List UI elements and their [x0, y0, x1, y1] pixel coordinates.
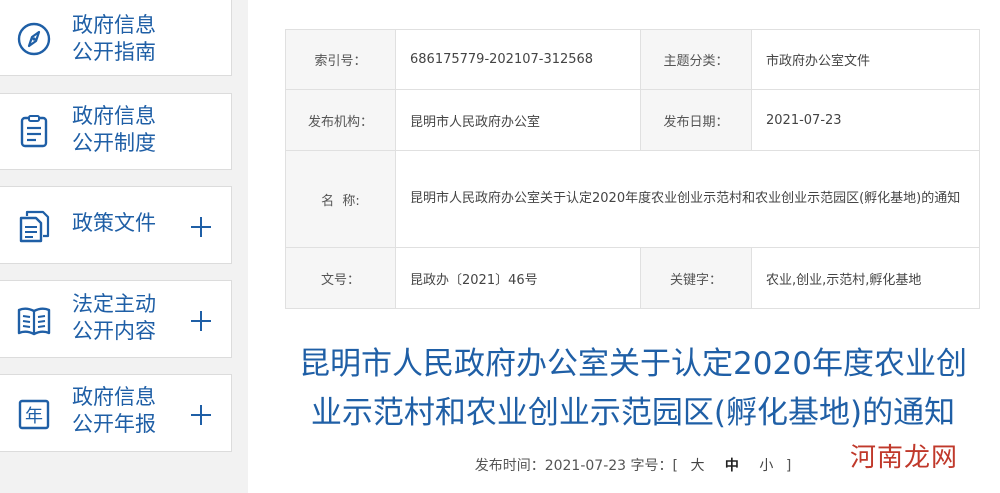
open-book-icon [16, 303, 52, 339]
year-report-icon: 年 [16, 396, 52, 432]
font-size-small-button[interactable]: 小 [751, 458, 781, 474]
sidebar-item-label: 法定主动 公开内容 [72, 292, 156, 343]
keywords-label: 关键字： [640, 247, 752, 309]
table-row: 名 称: 昆明市人民政府办公室关于认定2020年度农业创业示范村和农业创业示范园… [285, 150, 980, 248]
compass-icon [16, 21, 52, 57]
doc-number-value: 昆政办〔2021〕46号 [395, 247, 641, 309]
topic-value: 市政府办公室文件 [751, 29, 980, 90]
publisher-value: 昆明市人民政府办公室 [395, 89, 641, 151]
font-size-bracket-close: ] [785, 458, 792, 474]
publish-date-label: 发布日期： [640, 89, 752, 151]
table-row: 发布机构： 昆明市人民政府办公室 发布日期： 2021-07-23 [285, 89, 980, 151]
sidebar-item-label: 政策文件 [72, 211, 156, 235]
publish-date-value: 2021-07-23 [751, 89, 980, 151]
publish-time-label: 发布时间： [474, 458, 545, 474]
font-size-bracket-open: [ [672, 458, 678, 474]
document-title: 昆明市人民政府办公室关于认定2020年度农业创业示范村和农业创业示范园区(孵化基… [299, 346, 967, 431]
table-row: 文号： 昆政办〔2021〕46号 关键字： 农业,创业,示范村,孵化基地 [285, 247, 980, 309]
doc-name-label: 名 称: [285, 150, 396, 248]
expand-plus-icon[interactable] [188, 308, 214, 334]
doc-name-value: 昆明市人民政府办公室关于认定2020年度农业创业示范村和农业创业示范园区(孵化基… [395, 150, 980, 248]
year-glyph: 年 [25, 406, 43, 427]
files-icon [16, 208, 52, 244]
sidebar-item-policy-files[interactable]: 政策文件 [0, 186, 232, 264]
expand-plus-icon[interactable] [188, 402, 214, 428]
expand-plus-icon[interactable] [188, 214, 214, 240]
sidebar-item-label: 政府信息 公开年报 [72, 385, 156, 436]
font-size-medium-button[interactable]: 中 [717, 458, 747, 474]
document-list-icon [16, 114, 52, 150]
sidebar-item-statutory-content[interactable]: 法定主动 公开内容 [0, 280, 232, 358]
document-metadata-table: 索引号： 686175779-202107-312568 主题分类： 市政府办公… [285, 29, 980, 309]
sidebar-item-label: 政府信息 公开制度 [72, 104, 156, 155]
site-watermark: 河南龙网 [846, 440, 963, 476]
topic-label: 主题分类： [640, 29, 752, 90]
table-row: 索引号： 686175779-202107-312568 主题分类： 市政府办公… [285, 29, 980, 90]
publish-time-value: 2021-07-23 [544, 458, 627, 474]
keywords-value: 农业,创业,示范村,孵化基地 [751, 247, 980, 309]
main-content: 索引号： 686175779-202107-312568 主题分类： 市政府办公… [248, 0, 1000, 493]
sidebar-item-label: 政府信息 公开指南 [72, 13, 156, 64]
sidebar-item-guide[interactable]: 政府信息 公开指南 [0, 0, 232, 76]
publisher-label: 发布机构： [285, 89, 396, 151]
doc-number-label: 文号： [285, 247, 396, 309]
font-size-large-button[interactable]: 大 [682, 458, 712, 474]
sidebar: 政府信息 公开指南 政府信息 公开制度 政策文件 法定主动 公开内容 年 政府信… [0, 0, 232, 493]
sidebar-item-system[interactable]: 政府信息 公开制度 [0, 93, 232, 170]
index-label: 索引号： [285, 29, 396, 90]
font-size-label: 字号： [630, 458, 673, 474]
index-value: 686175779-202107-312568 [395, 29, 641, 90]
sidebar-item-annual-report[interactable]: 年 政府信息 公开年报 [0, 374, 232, 452]
